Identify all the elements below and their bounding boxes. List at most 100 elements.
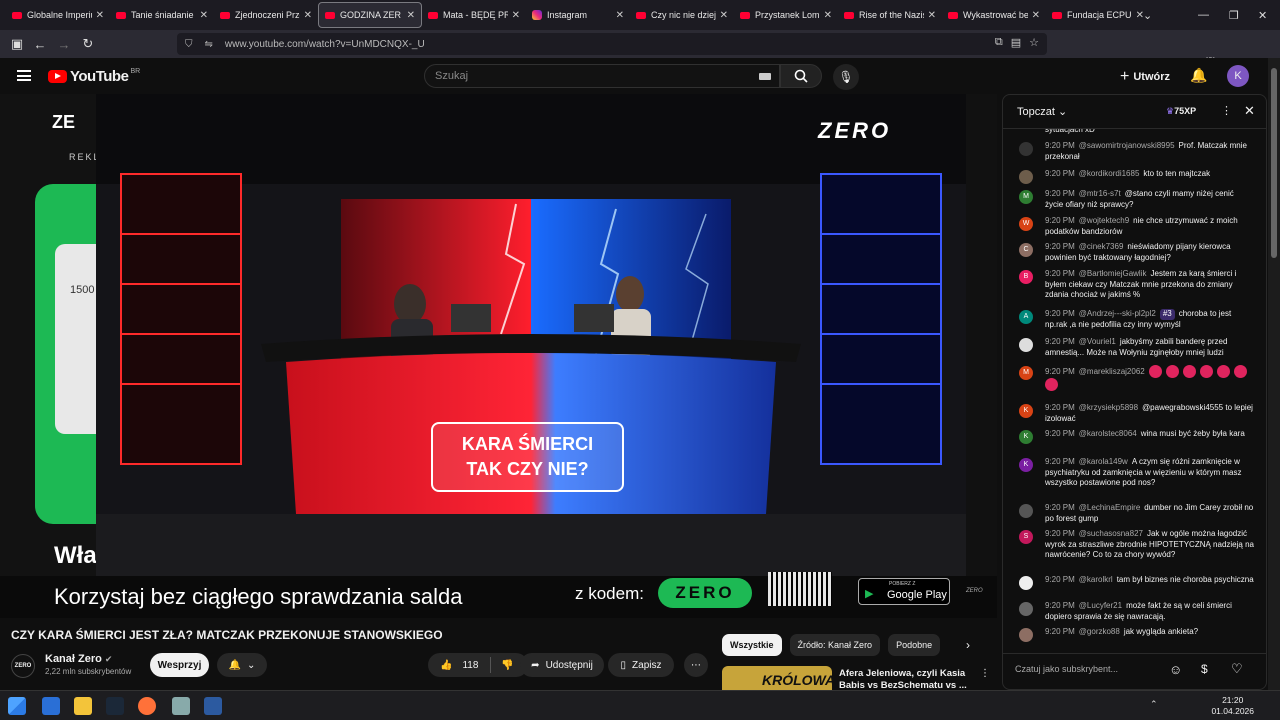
recommendation-title[interactable]: Afera Jeleniowa, czyli Kasia Babis vs Be… [839,668,989,692]
close-tab-icon[interactable]: ✕ [200,10,208,21]
tray-chevron-icon[interactable]: ⌃ [1150,699,1158,710]
support-button[interactable]: Wesprzyj [150,653,209,677]
browser-tab[interactable]: Mata - BĘDĘ PREZ ✕ [422,2,526,28]
url-text[interactable]: www.youtube.com/watch?v=UnMDCNQX-_U [225,39,425,50]
chips-next-icon[interactable]: › [966,638,970,652]
browser-tab[interactable]: Rise of the Nazis a ✕ [838,2,942,28]
chat-author-avatar[interactable] [1019,170,1033,184]
points-badge[interactable]: ♛75XP [1166,106,1196,117]
chat-message[interactable]: K 9:20 PM @krzysiekp5898 @pawegrabowski4555… [1003,403,1266,424]
save-button[interactable]: ▯ Zapisz [608,653,674,677]
close-window-icon[interactable]: ✕ [1258,0,1267,30]
reader-view-icon[interactable]: ▤ [1011,36,1021,49]
browser-tab[interactable]: Globalne Imperium ✕ [6,2,110,28]
app-icon[interactable] [172,697,190,715]
youtube-logo[interactable]: YouTube BR [48,68,140,85]
chat-author-name[interactable]: @krzysiekp5898 [1079,403,1138,412]
chat-message[interactable]: 9:20 PM @LechinaEmpire dumber no Jim Carey… [1003,503,1266,524]
chat-author-name[interactable]: @mtr16-s7t [1079,189,1121,198]
chat-author-avatar[interactable] [1019,602,1033,616]
calculator-icon[interactable] [204,697,222,715]
guide-menu-icon[interactable] [17,70,31,81]
chat-message[interactable]: W 9:20 PM @wojtektech9 nie chce utrzymuwać … [1003,216,1266,237]
browser-tab[interactable]: Tanie śniadanie w ✕ [110,2,214,28]
chat-author-name[interactable]: @LechinaEmpire [1079,503,1140,512]
chat-input[interactable]: Czatuj jako subskrybent... [1015,664,1165,674]
chat-message[interactable]: S 9:20 PM @suchasosna827 Jak w ogóle można … [1003,529,1266,561]
heart-icon[interactable]: ♡ [1231,661,1243,677]
video-player[interactable]: ZE REKL 1500 Wła ZERO KARA ŚMIERCI TAK C… [0,94,997,618]
tab-list-dropdown-icon[interactable]: ⌄ [1143,0,1152,30]
chat-message[interactable]: 9:20 PM @gorzko88 jak wygląda ankieta? [1003,627,1266,642]
page-scrollbar[interactable] [1268,58,1280,690]
emoji-icon[interactable]: ☺ [1169,662,1182,677]
steam-icon[interactable] [106,697,124,715]
restore-icon[interactable]: ❐ [1229,0,1239,30]
close-tab-icon[interactable]: ✕ [512,10,520,21]
close-tab-icon[interactable]: ✕ [824,10,832,21]
close-tab-icon[interactable]: ✕ [720,10,728,21]
chat-message[interactable]: 9:20 PM @sawomirtrojanowski8995 Prof. Matc… [1003,141,1266,162]
chat-author-avatar[interactable]: A [1019,310,1033,324]
folder-icon[interactable] [74,697,92,715]
thumbs-down-icon[interactable]: 👎 [501,660,513,671]
browser-tab[interactable]: Instagram ✕ [526,2,630,28]
browser-tab[interactable]: Fundacja ECPU Po✕ [1046,2,1150,28]
chat-message[interactable]: 9:20 PM @karolkrl tam był biznes nie choro… [1003,575,1266,590]
chat-author-name[interactable]: @karolstec8064 [1079,429,1137,438]
chat-author-name[interactable]: @suchasosna827 [1079,529,1143,538]
reload-icon[interactable]: ↻ [77,33,99,55]
chat-author-name[interactable]: @wojtektech9 [1079,216,1129,225]
permissions-icon[interactable]: ⇋ [205,39,213,50]
back-icon[interactable]: ← [29,33,51,55]
chat-message[interactable]: C 9:20 PM @cinek7369 nieświadomy pijany kie… [1003,242,1266,263]
chat-message[interactable]: M 9:20 PM @marekliszaj2062 [1003,365,1266,391]
chat-author-avatar[interactable] [1019,504,1033,518]
chat-author-name[interactable]: @gorzko88 [1079,627,1120,636]
scrollbar-thumb[interactable] [1271,68,1277,258]
chat-mode-dropdown[interactable]: Topczat ⌄ [1017,105,1067,118]
chat-message[interactable]: 9:20 PM @Vouriel1 jakbyśmy zabili banderę … [1003,337,1266,358]
super-chat-icon[interactable]: $ [1201,662,1208,676]
bookmark-star-icon[interactable]: ☆ [1029,36,1039,49]
recommendation-menu-icon[interactable]: ⋮ [980,668,990,679]
chat-message[interactable]: K 9:20 PM @karola149w A czym się różni zamk… [1003,457,1266,489]
chat-message[interactable]: B 9:20 PM @BartłomiejGawlik Jestem za karą … [1003,269,1266,301]
chat-author-avatar[interactable] [1019,628,1033,642]
chat-author-name[interactable]: @sawomirtrojanowski8995 [1079,141,1175,150]
chat-author-name[interactable]: @karolkrl [1079,575,1113,584]
chat-author-name[interactable]: @Lucyfer21 [1079,601,1122,610]
close-tab-icon[interactable]: ✕ [616,10,624,21]
address-bar[interactable]: ⛉ ⇋ www.youtube.com/watch?v=UnMDCNQX-_U … [177,33,1047,55]
browser-tab[interactable]: GODZINA ZER ✕ [318,2,422,28]
minimize-icon[interactable]: — [1198,0,1209,30]
chat-author-name[interactable]: @cinek7369 [1079,242,1124,251]
explorer-pc-icon[interactable] [42,697,60,715]
chat-author-name[interactable]: @marekliszaj2062 [1079,367,1145,376]
channel-name[interactable]: Kanał Zero ✔ [45,653,112,665]
chat-message[interactable]: A 9:20 PM @Andrzej---ski-pl2pl2 #3 choroba t… [1003,309,1266,330]
search-button[interactable] [780,64,822,88]
share-button[interactable]: ➦ Udostępnij [520,653,604,677]
like-button[interactable]: 👍 118 👎 [428,653,528,677]
shield-icon[interactable]: ⛉ [185,39,193,50]
subscription-bell-button[interactable]: 🔔 ⌄ [217,653,267,677]
keyboard-icon[interactable] [759,73,771,80]
chat-message[interactable]: M 9:20 PM @mtr16-s7t @stano czyli mamy niże… [1003,189,1266,210]
chat-author-avatar[interactable]: K [1019,430,1033,444]
picture-in-picture-icon[interactable]: ⧉ [995,36,1003,49]
chat-author-name[interactable]: @Andrzej---ski-pl2pl2 [1079,309,1156,318]
close-tab-icon[interactable]: ✕ [407,10,415,21]
voice-search-button[interactable]: 🎙 [833,64,859,90]
browser-tab[interactable]: Zjednoczeni Przec ✕ [214,2,318,28]
chat-message[interactable]: 9:20 PM @kordikordi1685 kto to ten majtcza… [1003,169,1266,184]
notifications-bell-icon[interactable]: 🔔 [1190,67,1207,84]
chat-more-icon[interactable]: ⋮ [1221,104,1232,117]
filter-chip[interactable]: Podobne [888,634,941,656]
chat-author-avatar[interactable]: K [1019,404,1033,418]
chat-author-name[interactable]: @kordikordi1685 [1079,169,1140,178]
chat-author-avatar[interactable] [1019,338,1033,352]
chat-author-avatar[interactable]: W [1019,217,1033,231]
create-button[interactable]: + Utwórz [1120,68,1170,86]
channel-avatar[interactable]: ZERO [11,654,35,678]
